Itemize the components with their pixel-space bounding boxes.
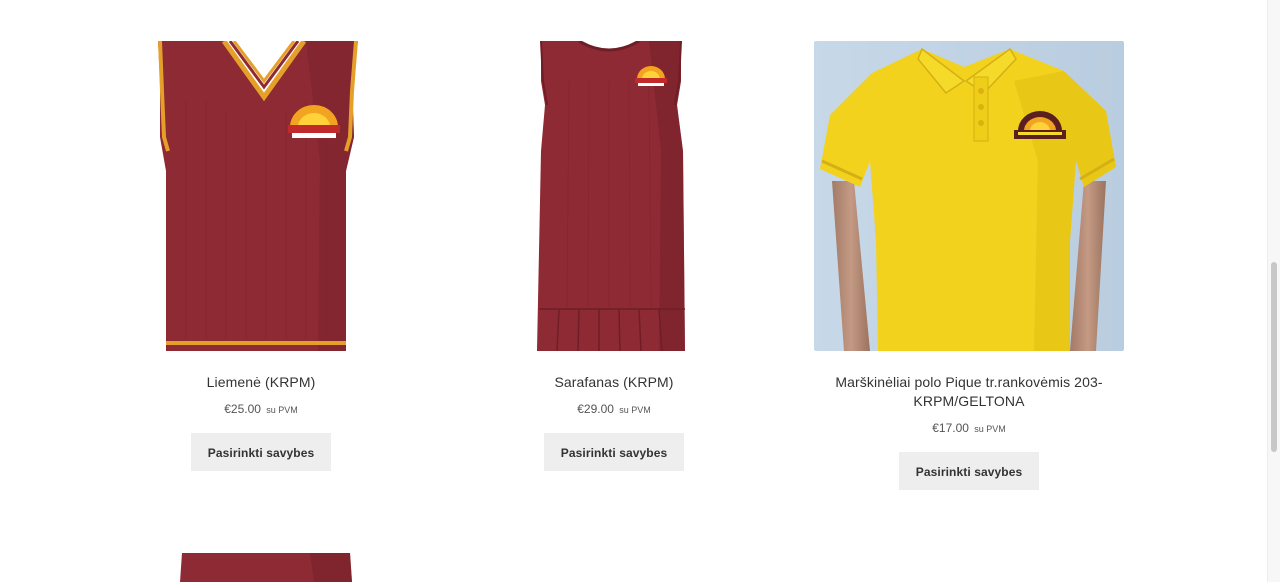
skirt-image-icon [180, 553, 352, 582]
scrollbar-thumb[interactable] [1271, 262, 1277, 452]
price-amount: €17.00 [932, 421, 969, 435]
product-title[interactable]: Sarafanas (KRPM) [459, 373, 769, 392]
select-options-button[interactable]: Pasirinkti savybes [191, 433, 331, 471]
product-title[interactable]: Liemenė (KRPM) [106, 373, 416, 392]
product-card-vest: Liemenė (KRPM) €25.00 su PVM Pasirinkti … [106, 41, 416, 471]
product-price: €25.00 su PVM [106, 402, 416, 416]
product-price: €29.00 su PVM [459, 402, 769, 416]
select-options-button[interactable]: Pasirinkti savybes [544, 433, 684, 471]
product-image-polo[interactable] [814, 41, 1124, 351]
price-tax-label: su PVM [619, 405, 651, 415]
product-title[interactable]: Marškinėliai polo Pique tr.rankovėmis 20… [814, 373, 1124, 411]
product-card-pinafore: Sarafanas (KRPM) €29.00 su PVM Pasirinkt… [459, 41, 769, 471]
select-options-button[interactable]: Pasirinkti savybes [899, 452, 1039, 490]
product-image-pinafore[interactable] [459, 41, 769, 351]
product-image-vest[interactable] [106, 41, 416, 351]
price-amount: €29.00 [577, 402, 614, 416]
vest-image-icon [106, 41, 416, 351]
next-product-image-partial[interactable] [180, 553, 352, 582]
product-price: €17.00 su PVM [814, 421, 1124, 435]
polo-shirt-image-icon [814, 41, 1124, 351]
page-scrollbar[interactable] [1267, 0, 1280, 582]
price-tax-label: su PVM [266, 405, 298, 415]
product-card-polo: Marškinėliai polo Pique tr.rankovėmis 20… [814, 41, 1124, 490]
price-tax-label: su PVM [974, 424, 1006, 434]
product-grid-page: Liemenė (KRPM) €25.00 su PVM Pasirinkti … [0, 0, 1280, 582]
price-amount: €25.00 [224, 402, 261, 416]
pinafore-dress-image-icon [459, 41, 769, 351]
